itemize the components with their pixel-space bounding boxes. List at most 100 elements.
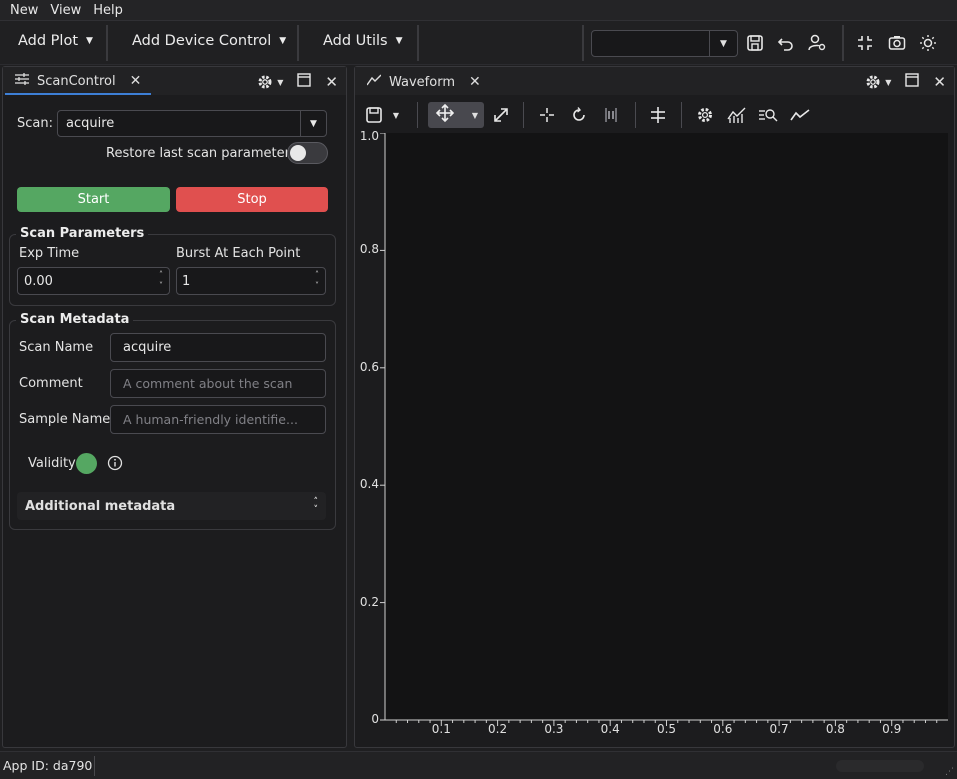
toggle-knob [290, 145, 306, 161]
close-icon[interactable]: ✕ [325, 73, 338, 91]
pan-tool-button[interactable]: ▼ [428, 102, 484, 128]
comment-field[interactable]: A comment about the scan [110, 369, 326, 398]
spinner-arrows-icon[interactable]: ˄ ˅ [159, 269, 163, 291]
scan-name-value: acquire [123, 340, 172, 355]
restore-params-toggle[interactable] [287, 142, 328, 164]
chevron-down-icon[interactable]: ▼ [300, 111, 326, 136]
burst-spinbox[interactable]: 1 ˄ ˅ [176, 267, 326, 295]
status-bar: App ID: da790 ⋰ [0, 751, 957, 779]
line-chart-icon[interactable] [787, 102, 813, 128]
comment-label: Comment [19, 376, 83, 391]
scan-label: Scan: [17, 116, 53, 131]
chevron-down-icon[interactable]: ▼ [389, 102, 403, 128]
waveform-tabbar: Waveform ✕ ▼ ✕ [355, 67, 954, 95]
y-tick-label: 0 [371, 712, 379, 726]
gear-icon[interactable]: ▼ [865, 74, 891, 90]
gear-icon[interactable]: ▼ [257, 74, 283, 90]
y-tick-label: 0.6 [359, 359, 379, 374]
sample-name-label: Sample Name [19, 412, 111, 427]
resize-grip-icon[interactable]: ⋰ [945, 767, 954, 777]
x-tick-label: 0.8 [825, 722, 845, 736]
waveform-toolbar: ▼ ▼ [355, 95, 954, 133]
y-tick-label: 1.0 [359, 129, 379, 143]
move-icon [435, 103, 455, 127]
tab-scan-control[interactable]: ScanControl ✕ [5, 69, 152, 95]
undo-icon[interactable] [775, 32, 797, 54]
autoscale-icon[interactable] [488, 102, 514, 128]
scan-name-field[interactable]: acquire [110, 333, 326, 362]
toolbar-divider [582, 25, 584, 61]
info-icon[interactable] [107, 455, 123, 475]
menu-help[interactable]: Help [87, 3, 129, 18]
x-tick-label: 0.7 [769, 722, 789, 736]
camera-icon[interactable] [886, 32, 908, 54]
curve-settings-icon[interactable] [724, 102, 750, 128]
spinner-arrows-icon[interactable]: ˄ ˅ [315, 269, 319, 291]
exp-time-spinbox[interactable]: 0.00 ˄ ˅ [17, 267, 170, 295]
x-tick-label: 0.5 [656, 722, 677, 736]
add-plot-button[interactable]: Add Plot ▼ [18, 33, 93, 49]
status-progress [836, 760, 924, 772]
plot-axes [380, 133, 948, 726]
start-button[interactable]: Start [17, 187, 170, 212]
app-id-label: App ID: da790 [3, 758, 93, 773]
chevron-down-icon: ▼ [279, 36, 287, 46]
chevron-down-icon[interactable]: ▼ [709, 31, 737, 56]
float-window-icon[interactable] [905, 73, 920, 91]
toolbar-divider [842, 25, 844, 61]
sliders-icon [15, 73, 29, 89]
toolbar-divider [417, 25, 419, 61]
add-device-control-label: Add Device Control [132, 33, 272, 49]
x-tick-label: 0.4 [600, 722, 620, 736]
chevron-down-icon[interactable]: ▼ [472, 111, 478, 120]
tab-waveform[interactable]: Waveform ✕ [357, 69, 491, 95]
chevron-down-icon: ▼ [86, 36, 93, 46]
gear-icon[interactable] [692, 102, 718, 128]
save-profile-icon[interactable] [744, 32, 766, 54]
toolbar-divider [297, 25, 299, 61]
tab-scan-control-label: ScanControl [37, 73, 116, 89]
additional-metadata-label: Additional metadata [25, 498, 176, 514]
scan-type-value: acquire [66, 116, 115, 131]
fps-monitor-icon[interactable] [598, 102, 624, 128]
crosshair-icon[interactable] [534, 102, 560, 128]
main-toolbar: Add Plot ▼ Add Device Control ▼ Add Util… [0, 21, 957, 65]
sample-name-field[interactable]: A human-friendly identifie... [110, 405, 326, 434]
split-icon[interactable] [645, 102, 671, 128]
menu-new[interactable]: New [4, 3, 44, 18]
float-window-icon[interactable] [297, 73, 312, 91]
panel-controls: ▼ ✕ [257, 73, 338, 91]
additional-metadata-toggle[interactable]: Additional metadata ˄ ˅ [17, 492, 326, 520]
scan-type-combobox[interactable]: acquire ▼ [57, 110, 327, 137]
close-icon[interactable]: ✕ [469, 74, 481, 90]
scan-metadata-title: Scan Metadata [16, 312, 134, 327]
toolbar-divider [417, 102, 418, 128]
save-icon[interactable] [361, 102, 387, 128]
x-tick-label: 0.3 [544, 722, 564, 736]
menu-view[interactable]: View [44, 3, 87, 18]
theme-sun-icon[interactable] [917, 32, 939, 54]
collapse-icon[interactable] [854, 32, 876, 54]
user-settings-icon[interactable] [806, 32, 828, 54]
x-tick-label: 0.1 [431, 722, 451, 736]
add-device-control-button[interactable]: Add Device Control ▼ [132, 33, 286, 49]
sample-name-placeholder: A human-friendly identifie... [123, 412, 298, 427]
profile-combobox[interactable]: ▼ [591, 30, 738, 57]
add-utils-label: Add Utils [323, 33, 388, 49]
add-utils-button[interactable]: Add Utils ▼ [323, 33, 403, 49]
burst-label: Burst At Each Point [176, 246, 301, 261]
close-icon[interactable]: ✕ [933, 73, 946, 91]
x-tick-label: 0.2 [488, 722, 508, 736]
status-divider [94, 756, 95, 776]
close-icon[interactable]: ✕ [130, 73, 142, 89]
stop-button[interactable]: Stop [176, 187, 328, 212]
scan-control-tabbar: ScanControl ✕ ▼ ✕ [3, 67, 346, 95]
toolbar-divider [106, 25, 108, 61]
toolbar-divider [523, 102, 524, 128]
exp-time-value: 0.00 [24, 273, 53, 289]
comment-placeholder: A comment about the scan [123, 376, 293, 391]
zoom-search-icon[interactable] [755, 102, 781, 128]
reset-view-icon[interactable] [566, 102, 592, 128]
panel-controls: ▼ ✕ [865, 73, 946, 91]
restore-params-label: Restore last scan parameters [106, 146, 297, 161]
